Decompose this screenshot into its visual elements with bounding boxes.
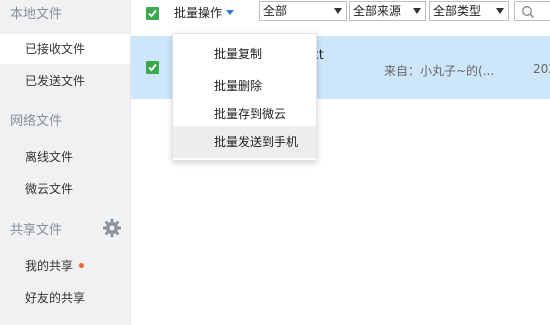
- sidebar-item-weiyun[interactable]: 微云文件: [0, 174, 130, 204]
- sidebar-item-my-share[interactable]: 我的共享: [0, 251, 130, 281]
- menu-item-batch-copy[interactable]: 批量复制: [173, 38, 316, 70]
- dropdown-arrow-icon: [413, 8, 421, 14]
- filter-all-value: 全部: [263, 4, 288, 18]
- filter-all-select[interactable]: 全部: [259, 1, 347, 21]
- local-files-section-title: 本地文件: [10, 7, 63, 22]
- search-input[interactable]: [514, 1, 550, 21]
- dropdown-arrow-icon: [496, 8, 504, 14]
- sidebar-item-sent[interactable]: 已发送文件: [0, 66, 130, 96]
- gear-icon[interactable]: [101, 217, 123, 239]
- shared-files-section-title: 共享文件: [10, 223, 63, 238]
- menu-item-batch-send-phone[interactable]: 批量发送到手机: [173, 126, 316, 158]
- sidebar: 本地文件 已接收文件 已发送文件 网络文件 离线文件 微云文件 共享文件 我的共…: [0, 0, 131, 325]
- filter-type-select[interactable]: 全部类型: [429, 1, 509, 21]
- select-all-checkbox[interactable]: [146, 7, 159, 20]
- search-icon: [522, 6, 535, 19]
- filter-source-select[interactable]: 全部来源: [349, 1, 426, 21]
- filter-source-value: 全部来源: [353, 4, 402, 18]
- sidebar-item-label: 我的共享: [25, 259, 74, 273]
- row-checkbox[interactable]: [146, 61, 159, 74]
- file-date: 202: [533, 62, 550, 76]
- file-source: 来自：小丸子~的(...: [384, 64, 495, 78]
- caret-down-icon: [226, 10, 235, 15]
- sidebar-item-offline[interactable]: 离线文件: [0, 142, 130, 172]
- batch-operations-label: 批量操作: [174, 6, 223, 20]
- sidebar-item-received[interactable]: 已接收文件: [0, 34, 130, 64]
- dropdown-arrow-icon: [334, 8, 342, 14]
- batch-operations-button[interactable]: 批量操作: [174, 4, 235, 21]
- batch-operations-menu: 批量复制 批量删除 批量存到微云 批量发送到手机: [172, 33, 317, 161]
- network-files-section-title: 网络文件: [10, 114, 63, 129]
- filter-type-value: 全部类型: [433, 4, 482, 18]
- sidebar-item-friend-share[interactable]: 好友的共享: [0, 283, 130, 313]
- notification-dot: [79, 263, 85, 268]
